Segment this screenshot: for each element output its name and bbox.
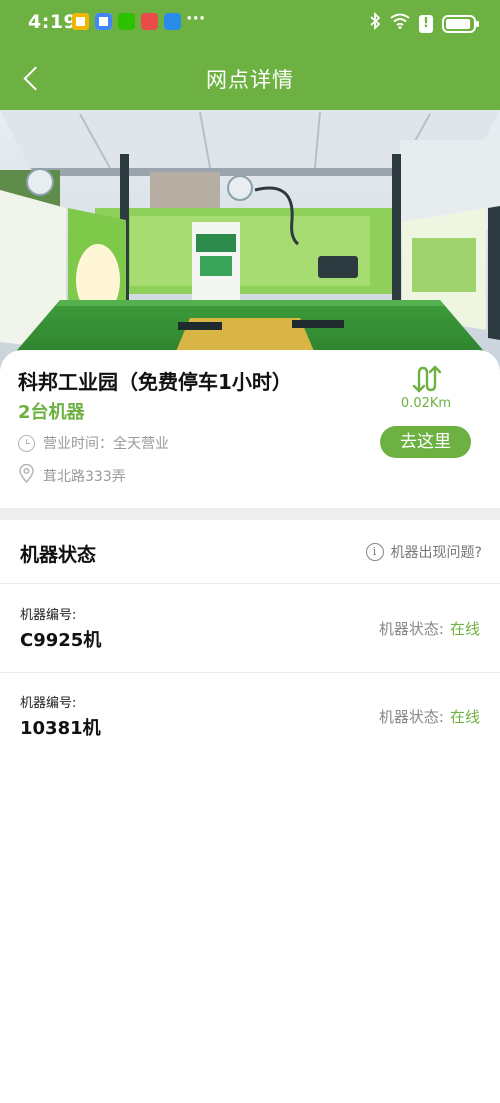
status-time: 4:19 bbox=[28, 11, 78, 33]
clock-icon bbox=[18, 434, 35, 452]
bluetooth-icon bbox=[369, 11, 381, 35]
system-icons: ! bbox=[369, 11, 479, 35]
machine-status-value: 在线 bbox=[449, 620, 480, 638]
wifi-icon bbox=[390, 13, 410, 34]
machine-row: 机器编号: 10381机 机器状态: 在线 bbox=[0, 673, 500, 761]
go-here-button[interactable]: 去这里 bbox=[380, 426, 471, 458]
business-hours: 营业时间：全天营业 bbox=[18, 433, 169, 453]
station-address: 茸北路333弄 bbox=[18, 463, 126, 487]
machine-status-label: 机器状态: bbox=[378, 708, 444, 726]
machine-status: 机器状态: 在线 bbox=[379, 618, 480, 639]
machine-count: 2台机器 bbox=[18, 402, 85, 423]
alert-icon: ! bbox=[419, 14, 433, 33]
machine-number: 10381机 bbox=[20, 718, 101, 739]
report-issue-label: 机器出现问题? bbox=[390, 545, 482, 561]
machine-status-title: 机器状态 bbox=[20, 544, 97, 566]
app-notification-icon bbox=[72, 13, 89, 30]
machine-status-label: 机器状态: bbox=[378, 620, 444, 638]
station-address-text: 茸北路333弄 bbox=[43, 468, 126, 485]
notification-app-icons bbox=[72, 13, 181, 30]
battery-icon bbox=[442, 14, 479, 33]
location-pin-icon bbox=[18, 463, 35, 487]
section-divider bbox=[0, 508, 500, 520]
machine-row: 机器编号: C9925机 机器状态: 在线 bbox=[0, 585, 500, 673]
browser-icon bbox=[164, 13, 181, 30]
info-icon: i bbox=[365, 543, 384, 561]
distance-value: 0.02Km bbox=[400, 396, 452, 411]
wechat-icon bbox=[118, 13, 135, 30]
machine-number-label: 机器编号: bbox=[20, 608, 77, 623]
app-notification-icon bbox=[141, 13, 158, 30]
page-title: 网点详情 bbox=[206, 68, 294, 92]
report-issue-link[interactable]: i 机器出现问题? bbox=[365, 542, 482, 562]
status-bar: 4:19 ··· ! bbox=[0, 0, 500, 48]
machine-number-label: 机器编号: bbox=[20, 696, 77, 711]
app-notification-icon bbox=[95, 13, 112, 30]
navigation-route-icon[interactable] bbox=[410, 364, 442, 394]
machine-status-header: 机器状态 i 机器出现问题? bbox=[0, 520, 500, 584]
station-name: 科邦工业园（免费停车1小时） bbox=[18, 370, 292, 394]
machine-number: C9925机 bbox=[20, 630, 102, 651]
nav-bar: 网点详情 bbox=[0, 48, 500, 110]
business-hours-text: 营业时间：全天营业 bbox=[43, 436, 169, 452]
machine-status-value: 在线 bbox=[449, 708, 480, 726]
station-info-card: 科邦工业园（免费停车1小时） 2台机器 营业时间：全天营业 茸北路333弄 0.… bbox=[0, 350, 500, 508]
machine-status: 机器状态: 在线 bbox=[379, 706, 480, 727]
more-notifications-icon: ··· bbox=[186, 9, 206, 29]
station-photo bbox=[0, 110, 500, 370]
